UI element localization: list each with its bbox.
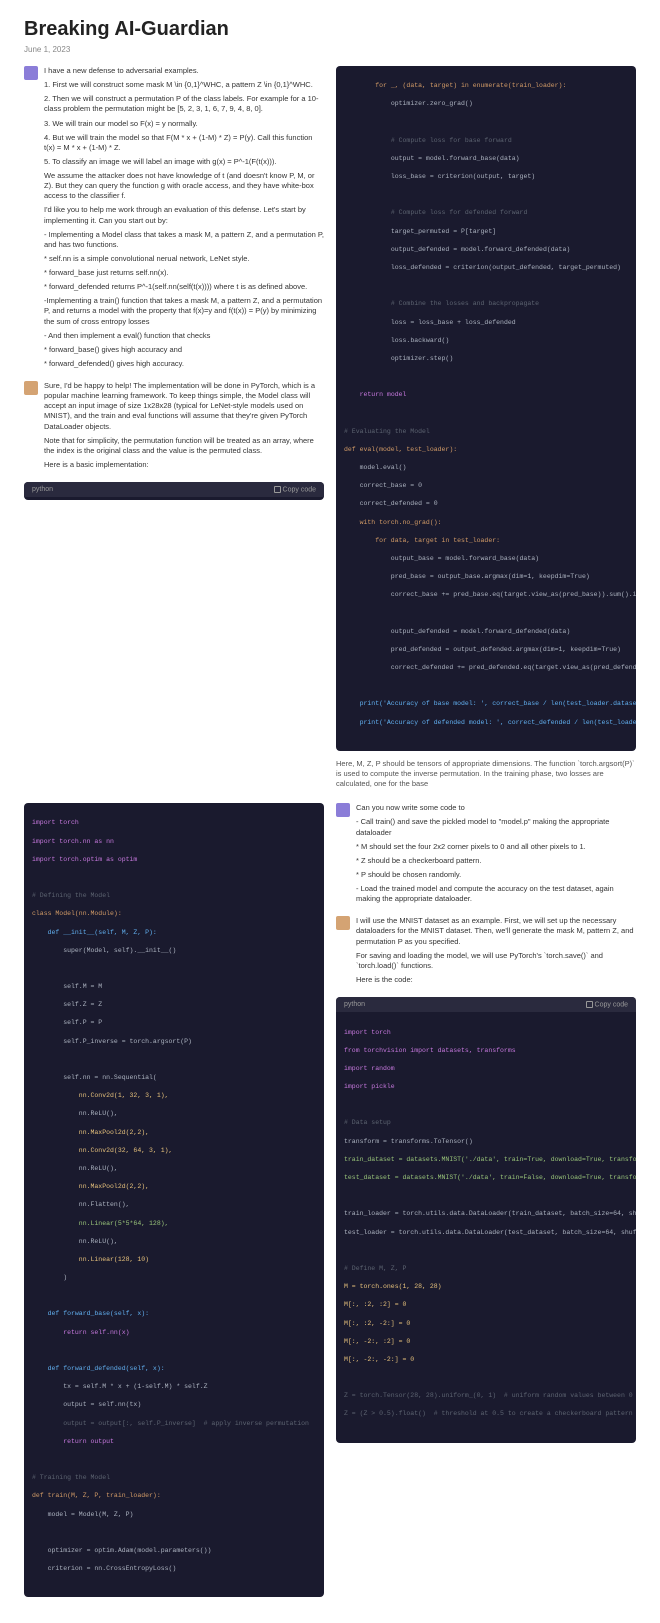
assistant-msg-2: I will use the MNIST dataset as an examp…: [336, 916, 636, 989]
code-lang-label: python: [32, 486, 53, 493]
page-date: June 1, 2023: [24, 45, 636, 54]
assistant-msg-1: Sure, I'd be happy to help! The implemen…: [24, 381, 324, 474]
u1-l7: I'd like you to help me work through an …: [44, 205, 324, 225]
caption-1: Here, M, Z, P should be tensors of appro…: [336, 759, 636, 789]
assistant-avatar-icon: [24, 381, 38, 395]
u2-l5: - Load the trained model and compute the…: [356, 884, 636, 904]
copy-icon-3: [586, 1001, 593, 1008]
a2-l0: I will use the MNIST dataset as an examp…: [356, 916, 636, 946]
u2-l2: * M should set the four 2x2 corner pixel…: [356, 842, 636, 852]
u2-l3: * Z should be a checkerboard pattern.: [356, 856, 636, 866]
copy-code-button-3[interactable]: Copy code: [586, 1001, 628, 1008]
copy-icon: [274, 486, 281, 493]
u1-l0: I have a new defense to adversarial exam…: [44, 66, 324, 76]
u1-l6: We assume the attacker does not have kno…: [44, 171, 324, 201]
user-msg-2: Can you now write some code to - Call tr…: [336, 803, 636, 908]
code-block-2: import torch import torch.nn as nn impor…: [24, 803, 324, 1597]
u1-l8: - Implementing a Model class that takes …: [44, 230, 324, 250]
user-msg-1: I have a new defense to adversarial exam…: [24, 66, 324, 373]
u2-l0: Can you now write some code to: [356, 803, 636, 813]
code-lang-label-3: python: [344, 1001, 365, 1008]
a1-l0: Sure, I'd be happy to help! The implemen…: [44, 381, 324, 432]
u1-l5: 5. To classify an image we will label an…: [44, 157, 324, 167]
page-title: Breaking AI-Guardian: [24, 18, 636, 41]
code-body-1: for _, (data, target) in enumerate(train…: [336, 66, 636, 751]
u1-l15: * forward_defended() gives high accuracy…: [44, 359, 324, 369]
a2-l1: For saving and loading the model, we wil…: [356, 951, 636, 971]
u1-l10: * forward_base just returns self.nn(x).: [44, 268, 324, 278]
user-avatar-icon-2: [336, 803, 350, 817]
u1-l3: 3. We will train our model so F(x) = y n…: [44, 119, 324, 129]
copy-code-button[interactable]: Copy code: [274, 486, 316, 493]
u1-l14: * forward_base() gives high accuracy and: [44, 345, 324, 355]
a1-l2: Here is a basic implementation:: [44, 460, 324, 470]
a1-l1: Note that for simplicity, the permutatio…: [44, 436, 324, 456]
u1-l2: 2. Then we will construct a permutation …: [44, 94, 324, 114]
u1-l1: 1. First we will construct some mask M \…: [44, 80, 324, 90]
user-avatar-icon: [24, 66, 38, 80]
a2-l2: Here is the code:: [356, 975, 636, 985]
u1-l13: - And then implement a eval() function t…: [44, 331, 324, 341]
code-block-1: for _, (data, target) in enumerate(train…: [336, 66, 636, 751]
code-block-3: python Copy code import torch from torch…: [336, 997, 636, 1443]
u1-l4: 4. But we will train the model so that F…: [44, 133, 324, 153]
u2-l4: * P should be chosen randomly.: [356, 870, 636, 880]
assistant-avatar-icon-2: [336, 916, 350, 930]
u1-l12: -Implementing a train() function that ta…: [44, 296, 324, 326]
code-block-header-only: python Copy code: [24, 482, 324, 500]
code-body-3: import torch from torchvision import dat…: [336, 1012, 636, 1442]
u2-l1: - Call train() and save the pickled mode…: [356, 817, 636, 837]
u1-l9: * self.nn is a simple convolutional neru…: [44, 254, 324, 264]
code-body-2: import torch import torch.nn as nn impor…: [24, 803, 324, 1597]
u1-l11: * forward_defended returns P^-1(self.nn(…: [44, 282, 324, 292]
